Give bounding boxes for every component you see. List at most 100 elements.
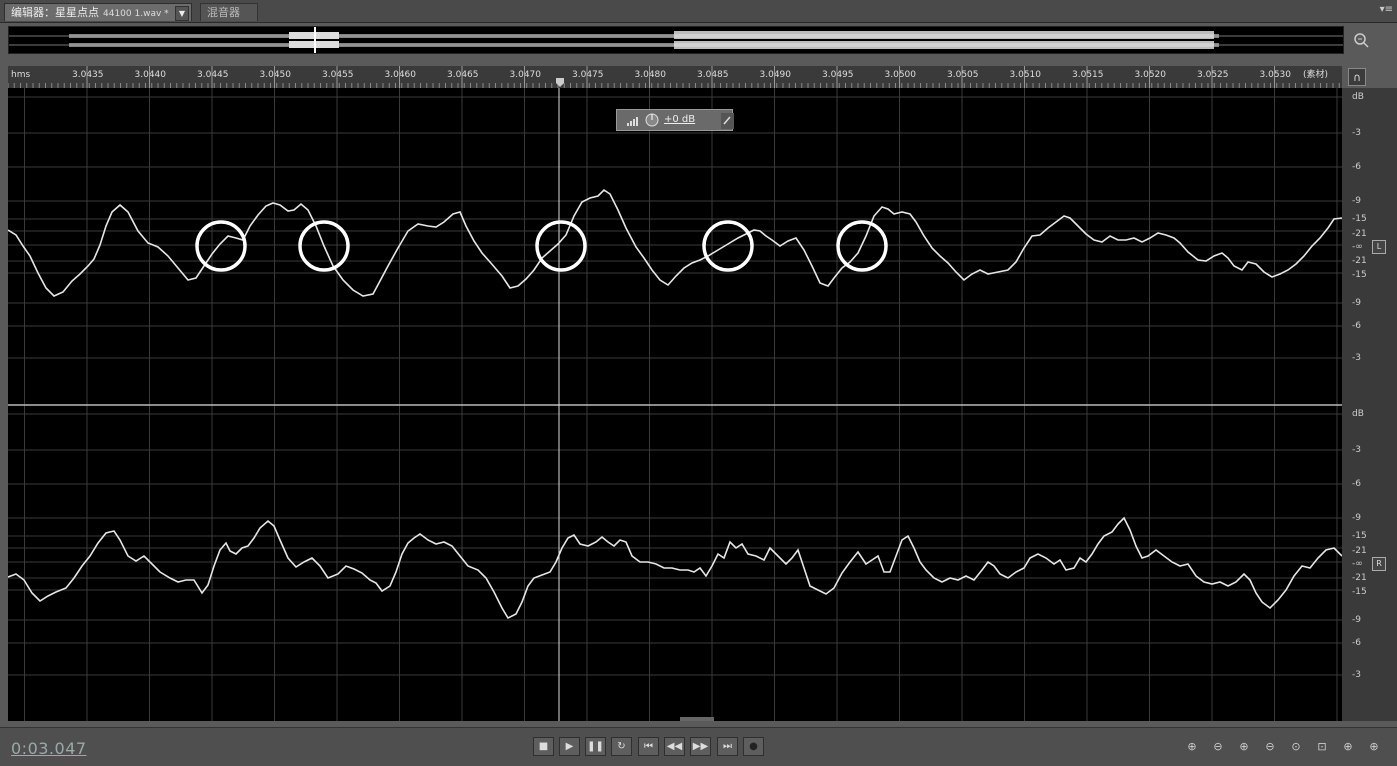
channel-label-r[interactable]: R <box>1372 557 1386 571</box>
zoom-in-time-icon: ⊕ <box>1239 740 1249 753</box>
amplitude-scale-label: dB <box>1352 92 1364 102</box>
amplitude-scale-label: -6 <box>1352 162 1361 172</box>
amplitude-scale-label: -9 <box>1352 513 1361 523</box>
gain-knob-icon[interactable] <box>645 113 659 127</box>
skip-start-icon: ⏮ <box>644 741 653 752</box>
loop-button[interactable]: ↻ <box>611 737 632 756</box>
amplitude-scale-label: -3 <box>1352 353 1361 363</box>
annotation-circles <box>195 220 888 272</box>
play-icon: ▶ <box>565 741 574 752</box>
ruler-tick-label: 3.0480 <box>635 70 667 80</box>
annotation-circle <box>702 220 754 272</box>
time-ruler[interactable]: hms (素材) 3.0435 3.0440 3.0445 3.0450 3.0455 3… <box>7 66 1342 89</box>
hud-gain-control[interactable]: +0 dB <box>616 109 734 131</box>
amplitude-scale-label: -15 <box>1352 270 1367 280</box>
zoom-in-right-button[interactable]: ⊕ <box>1364 739 1384 755</box>
amplitude-scale-label: -9 <box>1352 196 1361 206</box>
panel-menu-icon[interactable]: ▾≡ <box>1380 4 1393 15</box>
playhead-marker-icon[interactable] <box>556 78 564 87</box>
amplitude-scale-label: -∞ <box>1352 559 1363 569</box>
tab-editor-file: 44100 1.wav * <box>103 9 169 19</box>
amplitude-scale: dB -3 -6 -9 -15 -21 -∞ -21 -15 -9 -6 -3 LdB -3 -6 -9 -15… <box>1342 88 1397 721</box>
gain-value[interactable]: +0 dB <box>664 114 695 125</box>
zoom-in-right-icon: ⊕ <box>1369 740 1379 753</box>
ruler-tick-label: 3.0445 <box>197 70 229 80</box>
stop-icon: ■ <box>538 741 549 752</box>
waveform-graphic <box>7 88 1343 721</box>
ruler-tick-label: 3.0465 <box>447 70 479 80</box>
ruler-tick-label: 3.0460 <box>385 70 417 80</box>
ruler-tick-label: 3.0455 <box>322 70 354 80</box>
scroll-handle[interactable] <box>680 717 714 721</box>
overview-waveform[interactable] <box>8 26 1344 54</box>
amplitude-scale-label: -3 <box>1352 128 1361 138</box>
record-button[interactable]: ● <box>743 737 764 756</box>
pause-button[interactable]: ❚❚ <box>585 737 606 756</box>
zoom-selection-button[interactable]: ⊡ <box>1312 739 1332 755</box>
ruler-tick-label: 3.0450 <box>260 70 292 80</box>
zoom-full-icon: ⊙ <box>1291 740 1301 753</box>
tab-mixer-label: 混音器 <box>207 6 240 19</box>
ruler-tick-label: 3.0440 <box>135 70 167 80</box>
ruler-tick-label: 3.0525 <box>1197 70 1229 80</box>
ruler-tick-label: 3.0500 <box>885 70 917 80</box>
amplitude-scale-label: -21 <box>1352 546 1367 556</box>
zoom-out-time-icon: ⊖ <box>1265 740 1275 753</box>
stop-button[interactable]: ■ <box>533 737 554 756</box>
amplitude-scale-label: -21 <box>1352 256 1367 266</box>
zoom-in-left-icon: ⊕ <box>1343 740 1353 753</box>
ruler-tick-label: 3.0475 <box>572 70 604 80</box>
zoom-out-time-button[interactable]: ⊖ <box>1260 739 1280 755</box>
headphones-icon[interactable]: ∩ <box>1348 68 1366 86</box>
amplitude-scale-label: -3 <box>1352 445 1361 455</box>
zoom-full-button[interactable]: ⊙ <box>1286 739 1306 755</box>
annotation-circle <box>195 220 247 272</box>
zoom-out-amplitude-icon: ⊖ <box>1213 740 1223 753</box>
rewind-icon: ◀◀ <box>666 741 683 752</box>
chevron-down-icon[interactable]: ▼ <box>175 6 189 21</box>
amplitude-scale-label: -15 <box>1352 587 1367 597</box>
ruler-tick-label: 3.0490 <box>760 70 792 80</box>
channel-label-l[interactable]: L <box>1372 240 1386 254</box>
zoom-in-amplitude-icon: ⊕ <box>1187 740 1197 753</box>
ruler-unit: hms <box>11 70 30 80</box>
ruler-tick-label: 3.0495 <box>822 70 854 80</box>
overview-zoom-icon[interactable] <box>1352 31 1370 49</box>
tab-mixer[interactable]: 混音器 <box>200 3 258 21</box>
waveform-display[interactable] <box>7 88 1343 721</box>
overview-waveform-graphic <box>9 27 1343 53</box>
amplitude-scale-label: -6 <box>1352 638 1361 648</box>
ruler-tick-label: 3.0485 <box>697 70 729 80</box>
ruler-tick-label: 3.0520 <box>1135 70 1167 80</box>
tab-editor[interactable]: 编辑器：星星点点 44100 1.wav * ▼ <box>4 3 192 21</box>
timecode-display[interactable]: 0:03.047 <box>11 739 87 758</box>
zoom-in-amplitude-button[interactable]: ⊕ <box>1182 739 1202 755</box>
fast-forward-icon: ▶▶ <box>692 741 709 752</box>
waveform-left-channel <box>7 188 1343 297</box>
skip-start-button[interactable]: ⏮ <box>638 737 659 756</box>
ruler-tick-label: 3.0515 <box>1072 70 1104 80</box>
ruler-tick-label: 3.0470 <box>510 70 542 80</box>
amplitude-scale-label: -21 <box>1352 229 1367 239</box>
fast-forward-button[interactable]: ▶▶ <box>690 737 711 756</box>
amplitude-scale-label: -9 <box>1352 298 1361 308</box>
zoom-in-left-button[interactable]: ⊕ <box>1338 739 1358 755</box>
ruler-tick-label: 3.0530 <box>1260 70 1292 80</box>
skip-end-button[interactable]: ⏭ <box>717 737 738 756</box>
rewind-button[interactable]: ◀◀ <box>664 737 685 756</box>
play-button[interactable]: ▶ <box>559 737 580 756</box>
pin-icon[interactable] <box>721 113 734 129</box>
amplitude-scale-label: dB <box>1352 409 1364 419</box>
amplitude-scale-label: -∞ <box>1352 242 1363 252</box>
ruler-tick-label: 3.0510 <box>1010 70 1042 80</box>
amplitude-scale-label: -15 <box>1352 531 1367 541</box>
tab-bar: 编辑器：星星点点 44100 1.wav * ▼ 混音器 ▾≡ <box>0 0 1397 23</box>
zoom-in-time-button[interactable]: ⊕ <box>1234 739 1254 755</box>
time-ruler-graphic: hms (素材) 3.0435 3.0440 3.0445 3.0450 3.0455 3… <box>7 66 1340 88</box>
ruler-tick-label: 3.0505 <box>947 70 979 80</box>
skip-end-icon: ⏭ <box>723 741 732 752</box>
level-bars-icon <box>627 117 638 126</box>
zoom-out-amplitude-button[interactable]: ⊖ <box>1208 739 1228 755</box>
amplitude-scale-label: -6 <box>1352 479 1361 489</box>
amplitude-scale-label: -15 <box>1352 214 1367 224</box>
